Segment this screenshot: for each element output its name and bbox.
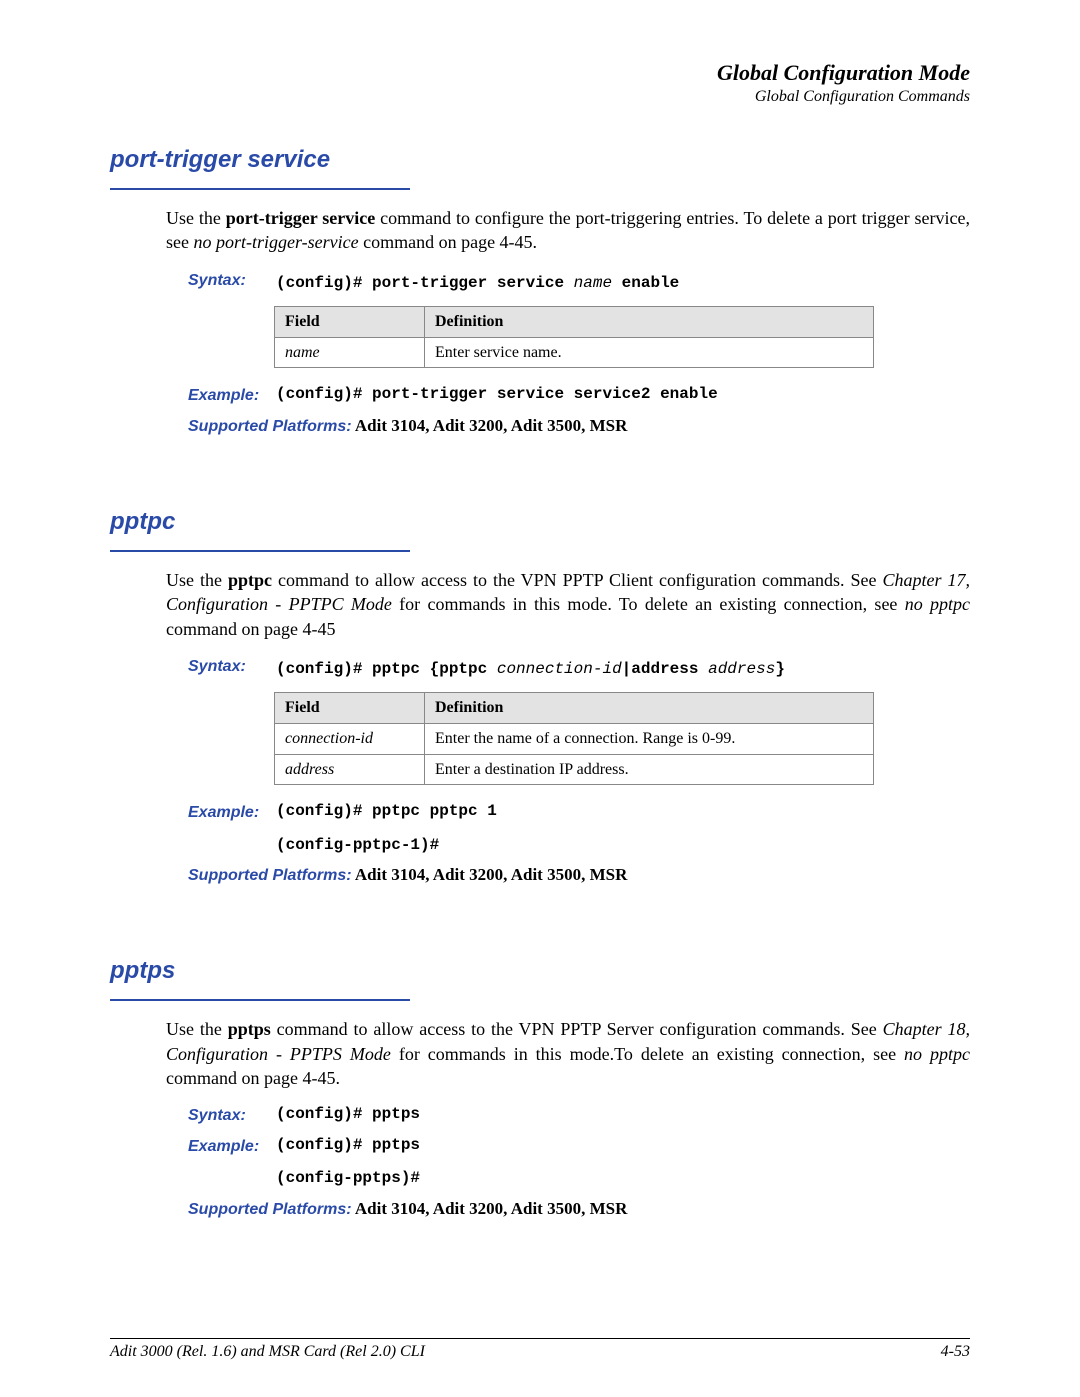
intro-paragraph: Use the port-trigger service command to … bbox=[166, 206, 970, 255]
example-code: (config)# port-trigger service service2 … bbox=[276, 384, 718, 406]
syntax-code: enable bbox=[612, 274, 679, 292]
example-content: (config)# pptps (config-pptps)# bbox=[276, 1135, 420, 1190]
table-header-row: Field Definition bbox=[275, 693, 874, 724]
syntax-content: (config)# port-trigger service name enab… bbox=[276, 269, 679, 295]
command-name: pptps bbox=[228, 1019, 271, 1039]
heading-underline bbox=[110, 550, 410, 552]
syntax-label: Syntax: bbox=[188, 1104, 276, 1127]
syntax-code: (config)# pptpc {pptpc bbox=[276, 660, 497, 678]
example-block: Example: (config)# port-trigger service … bbox=[188, 384, 970, 407]
page-content: Global Configuration Mode Global Configu… bbox=[110, 60, 970, 1291]
heading-underline bbox=[110, 999, 410, 1001]
syntax-var: connection-id bbox=[497, 660, 622, 678]
command-name: port-trigger service bbox=[226, 208, 375, 228]
header-subtitle: Global Configuration Commands bbox=[110, 88, 970, 106]
supported-value: Adit 3104, Adit 3200, Adit 3500, MSR bbox=[352, 865, 628, 884]
footer-right: 4-53 bbox=[941, 1343, 970, 1361]
example-block: Example: (config)# pptpc pptpc 1 (config… bbox=[188, 801, 970, 856]
supported-label: Supported Platforms: bbox=[188, 1201, 352, 1218]
example-label: Example: bbox=[188, 1135, 276, 1158]
table-header-definition: Definition bbox=[425, 693, 874, 724]
command-name: pptpc bbox=[228, 570, 272, 590]
section-pptps: pptps Use the pptps command to allow acc… bbox=[110, 957, 970, 1221]
syntax-block: Syntax: (config)# port-trigger service n… bbox=[188, 269, 970, 295]
text: command on page 4-45. bbox=[359, 232, 537, 252]
section-port-trigger: port-trigger service Use the port-trigge… bbox=[110, 146, 970, 438]
example-code: (config)# pptpc pptpc 1 bbox=[276, 801, 497, 823]
cross-ref: no pptpc bbox=[905, 594, 970, 614]
text: Use the bbox=[166, 570, 228, 590]
table-row: address Enter a destination IP address. bbox=[275, 754, 874, 785]
heading-underline bbox=[110, 188, 410, 190]
page-header: Global Configuration Mode Global Configu… bbox=[110, 60, 970, 106]
field-definition-table: Field Definition name Enter service name… bbox=[274, 306, 874, 368]
syntax-var: address bbox=[708, 660, 775, 678]
footer-left: Adit 3000 (Rel. 1.6) and MSR Card (Rel 2… bbox=[110, 1343, 425, 1361]
page-footer: Adit 3000 (Rel. 1.6) and MSR Card (Rel 2… bbox=[110, 1338, 970, 1361]
supported-value: Adit 3104, Adit 3200, Adit 3500, MSR bbox=[352, 1199, 628, 1218]
syntax-code: } bbox=[775, 660, 785, 678]
example-code: (config-pptpc-1)# bbox=[276, 835, 497, 857]
table-cell-definition: Enter the name of a connection. Range is… bbox=[425, 723, 874, 754]
section-body: Use the port-trigger service command to … bbox=[166, 206, 970, 438]
supported-label: Supported Platforms: bbox=[188, 418, 352, 435]
intro-paragraph: Use the pptps command to allow access to… bbox=[166, 1017, 970, 1090]
syntax-block: Syntax: (config)# pptpc {pptpc connectio… bbox=[188, 655, 970, 681]
supported-value: Adit 3104, Adit 3200, Adit 3500, MSR bbox=[352, 416, 628, 435]
text: for commands in this mode.To delete an e… bbox=[391, 1044, 904, 1064]
table-cell-definition: Enter service name. bbox=[425, 337, 874, 368]
cross-ref: no port-trigger-service bbox=[193, 232, 358, 252]
syntax-label: Syntax: bbox=[188, 655, 276, 678]
syntax-content: (config)# pptpc {pptpc connection-id|add… bbox=[276, 655, 785, 681]
text: Use the bbox=[166, 1019, 228, 1039]
table-cell-field: name bbox=[275, 337, 425, 368]
table-header-definition: Definition bbox=[425, 307, 874, 338]
text: command on page 4-45 bbox=[166, 619, 335, 639]
syntax-block: Syntax: (config)# pptps bbox=[188, 1104, 970, 1127]
example-content: (config)# pptpc pptpc 1 (config-pptpc-1)… bbox=[276, 801, 497, 856]
text: command on page 4-45. bbox=[166, 1068, 340, 1088]
table-cell-field: connection-id bbox=[275, 723, 425, 754]
supported-platforms: Supported Platforms: Adit 3104, Adit 320… bbox=[188, 415, 970, 438]
table-header-field: Field bbox=[275, 307, 425, 338]
section-heading: port-trigger service bbox=[110, 146, 330, 178]
table-row: name Enter service name. bbox=[275, 337, 874, 368]
text: Use the bbox=[166, 208, 226, 228]
syntax-code: (config)# pptps bbox=[276, 1104, 420, 1126]
example-label: Example: bbox=[188, 801, 276, 824]
intro-paragraph: Use the pptpc command to allow access to… bbox=[166, 568, 970, 641]
section-body: Use the pptps command to allow access to… bbox=[166, 1017, 970, 1221]
syntax-code: (config)# port-trigger service bbox=[276, 274, 574, 292]
text: command to allow access to the VPN PPTP … bbox=[272, 570, 882, 590]
example-block: Example: (config)# pptps (config-pptps)# bbox=[188, 1135, 970, 1190]
section-pptpc: pptpc Use the pptpc command to allow acc… bbox=[110, 508, 970, 887]
supported-platforms: Supported Platforms: Adit 3104, Adit 320… bbox=[188, 864, 970, 887]
section-body: Use the pptpc command to allow access to… bbox=[166, 568, 970, 887]
table-header-row: Field Definition bbox=[275, 307, 874, 338]
section-heading: pptps bbox=[110, 957, 175, 989]
table-cell-definition: Enter a destination IP address. bbox=[425, 754, 874, 785]
example-code: (config-pptps)# bbox=[276, 1168, 420, 1190]
table-header-field: Field bbox=[275, 693, 425, 724]
supported-label: Supported Platforms: bbox=[188, 867, 352, 884]
table-cell-field: address bbox=[275, 754, 425, 785]
cross-ref: no pptpc bbox=[904, 1044, 970, 1064]
supported-platforms: Supported Platforms: Adit 3104, Adit 320… bbox=[188, 1198, 970, 1221]
text: command to allow access to the VPN PPTP … bbox=[271, 1019, 883, 1039]
header-title: Global Configuration Mode bbox=[110, 60, 970, 86]
syntax-var: name bbox=[574, 274, 612, 292]
syntax-label: Syntax: bbox=[188, 269, 276, 292]
section-heading: pptpc bbox=[110, 508, 175, 540]
table-row: connection-id Enter the name of a connec… bbox=[275, 723, 874, 754]
example-label: Example: bbox=[188, 384, 276, 407]
example-code: (config)# pptps bbox=[276, 1135, 420, 1157]
text: for commands in this mode. To delete an … bbox=[392, 594, 905, 614]
field-definition-table: Field Definition connection-id Enter the… bbox=[274, 692, 874, 785]
syntax-code: |address bbox=[622, 660, 708, 678]
